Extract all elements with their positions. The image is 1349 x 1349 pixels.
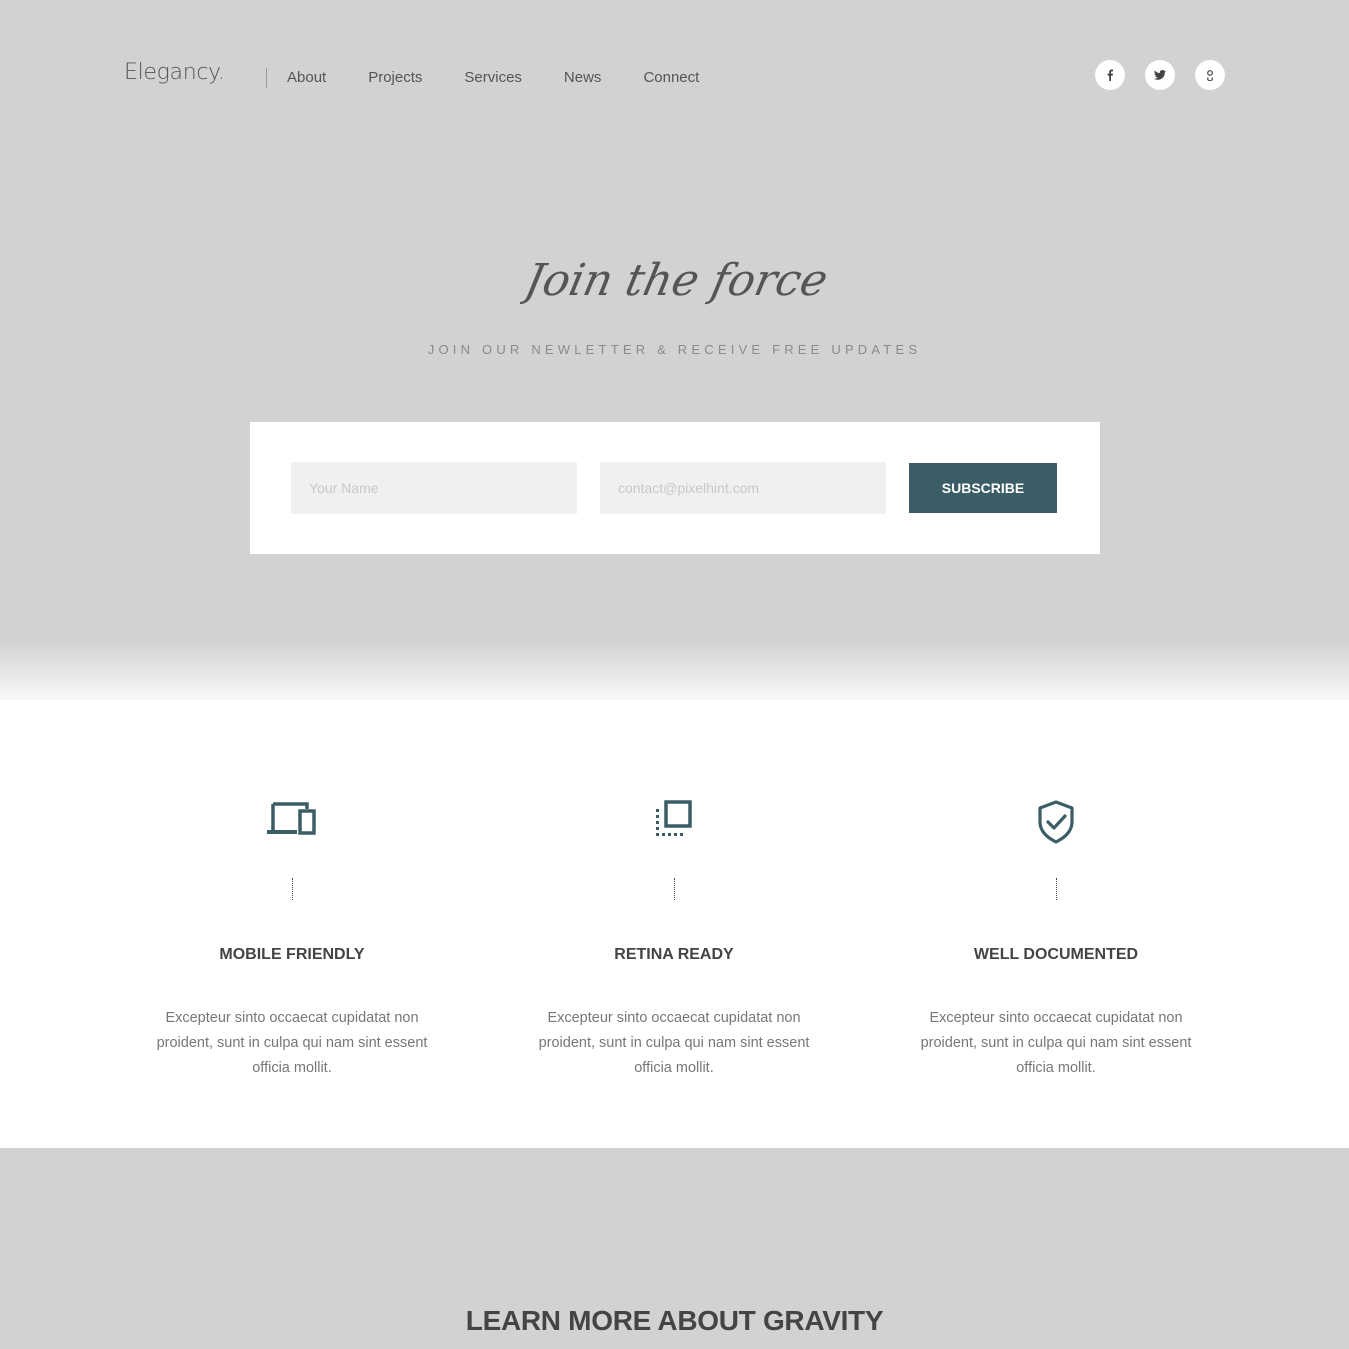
feature-divider bbox=[1056, 878, 1057, 900]
nav-item-connect[interactable]: Connect bbox=[643, 69, 699, 86]
shield-check-icon bbox=[1038, 800, 1074, 844]
google-plus-icon bbox=[1207, 70, 1213, 81]
google-plus-button[interactable] bbox=[1195, 60, 1225, 90]
email-input[interactable] bbox=[600, 462, 886, 514]
feature-title: RETINA READY bbox=[614, 946, 734, 963]
site-header: Elegancy. About Projects Services News C… bbox=[0, 0, 1349, 150]
twitter-icon bbox=[1154, 70, 1166, 80]
subscribe-form: SUBSCRIBE bbox=[250, 422, 1100, 554]
features-section: MOBILE FRIENDLY Excepteur sinto occaecat… bbox=[0, 700, 1349, 1148]
name-input[interactable] bbox=[291, 462, 577, 514]
subscribe-button[interactable]: SUBSCRIBE bbox=[909, 463, 1057, 513]
feature-title: MOBILE FRIENDLY bbox=[219, 946, 365, 963]
facebook-button[interactable] bbox=[1095, 60, 1125, 90]
script-title-text: Join the force bbox=[520, 255, 830, 305]
facebook-icon bbox=[1107, 69, 1113, 81]
feature-text: Excepteur sinto occaecat cupidatat non p… bbox=[156, 1010, 428, 1076]
learn-more-heading: LEARN MORE ABOUT GRAVITY bbox=[465, 1305, 884, 1336]
section-fade bbox=[0, 640, 1349, 700]
nav-item-about[interactable]: About bbox=[287, 69, 326, 86]
feature-divider bbox=[674, 878, 675, 900]
nav-item-news[interactable]: News bbox=[564, 69, 602, 86]
nav-divider bbox=[266, 68, 267, 88]
script-title: Join the force bbox=[520, 255, 830, 305]
nav-item-services[interactable]: Services bbox=[464, 69, 522, 86]
feature-divider bbox=[292, 878, 293, 900]
feature-text: Excepteur sinto occaecat cupidatat non p… bbox=[920, 1010, 1192, 1076]
feature-text: Excepteur sinto occaecat cupidatat non p… bbox=[538, 1010, 810, 1076]
nav-item-projects[interactable]: Projects bbox=[368, 69, 422, 86]
feature-title: WELL DOCUMENTED bbox=[973, 946, 1139, 963]
twitter-button[interactable] bbox=[1145, 60, 1175, 90]
logo[interactable]: Elegancy. bbox=[124, 60, 225, 85]
main-nav: About Projects Services News Connect bbox=[287, 69, 741, 86]
newsletter-subtitle: JOIN OUR NEWLETTER & RECEIVE FREE UPDATE… bbox=[427, 342, 922, 357]
devices-icon bbox=[267, 802, 316, 835]
retina-icon bbox=[656, 800, 692, 836]
